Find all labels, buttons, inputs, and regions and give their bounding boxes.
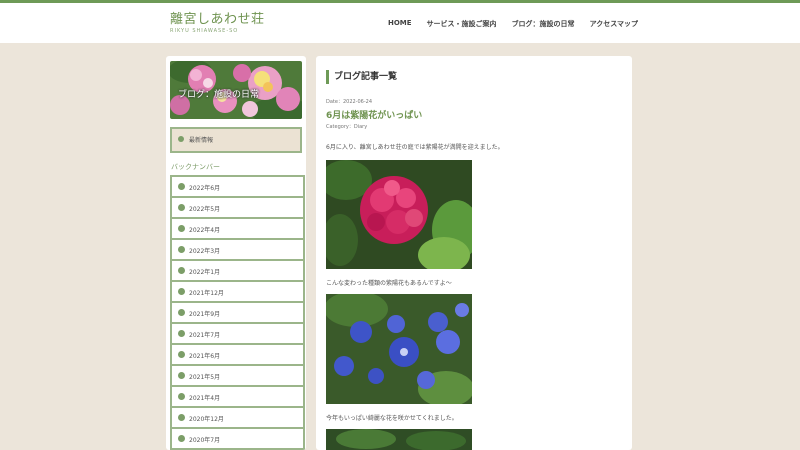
main-content: ブログ記事一覧 Date：2022-06-24 6月は紫陽花がいっぱい Cate…: [316, 56, 632, 450]
archive-item[interactable]: 2021年7月: [172, 324, 303, 345]
archive-item-label: 2022年3月: [189, 248, 221, 255]
bullet-icon: [178, 136, 184, 142]
bullet-icon: [178, 435, 185, 442]
archive-item-label: 2021年7月: [189, 332, 221, 339]
archive-item-label: 2022年5月: [189, 206, 221, 213]
archive-item[interactable]: 2020年12月: [172, 408, 303, 429]
nav-home[interactable]: HOME: [388, 19, 412, 29]
archive-item-label: 2022年6月: [189, 185, 221, 192]
archive-list: 2022年6月 2022年5月 2022年4月 2022年3月 2022年1月 …: [170, 175, 305, 450]
backnumber-heading: バックナンバー: [171, 163, 220, 171]
bullet-icon: [178, 288, 185, 295]
archive-item[interactable]: 2021年12月: [172, 282, 303, 303]
archive-item-label: 2021年9月: [189, 311, 221, 318]
nav-services[interactable]: サービス・施設ご案内: [427, 19, 497, 29]
archive-item-label: 2020年7月: [189, 437, 221, 444]
pink-hydrangea-photo: [326, 160, 472, 269]
blog-banner[interactable]: ブログ：施設の日常: [170, 61, 302, 119]
sidebar: ブログ：施設の日常 最新情報 バックナンバー 2022年6月 2022年5月 2…: [166, 56, 306, 450]
bullet-icon: [178, 393, 185, 400]
archive-item[interactable]: 2021年4月: [172, 387, 303, 408]
archive-item[interactable]: 2020年7月: [172, 429, 303, 450]
archive-item[interactable]: 2022年6月: [172, 177, 303, 198]
bullet-icon: [178, 267, 185, 274]
post-title[interactable]: 6月は紫陽花がいっぱい: [326, 108, 422, 121]
nav-blog[interactable]: ブログ：施設の日常: [512, 19, 575, 29]
site-header: 離宮しあわせ荘 RIKYU SHIAWASE-SO HOME サービス・施設ご案…: [0, 3, 800, 43]
archive-item-label: 2021年12月: [189, 290, 224, 297]
archive-item[interactable]: 2022年1月: [172, 261, 303, 282]
garden-photo: [326, 429, 472, 450]
bullet-icon: [178, 309, 185, 316]
post-category: Category：Diary: [326, 124, 368, 130]
post-paragraph: 今年もいっぱい綺麗な花を咲かせてくれました。: [326, 415, 458, 422]
archive-item[interactable]: 2021年9月: [172, 303, 303, 324]
banner-title: ブログ：施設の日常: [178, 90, 260, 100]
site-logo[interactable]: 離宮しあわせ荘 RIKYU SHIAWASE-SO: [170, 12, 265, 34]
site-subtitle: RIKYU SHIAWASE-SO: [170, 28, 239, 34]
bullet-icon: [178, 246, 185, 253]
archive-item-label: 2021年6月: [189, 353, 221, 360]
archive-item-label: 2022年1月: [189, 269, 221, 276]
bullet-icon: [178, 351, 185, 358]
page-title: ブログ記事一覧: [326, 70, 397, 84]
post-paragraph: 6月に入り、離宮しあわせ荘の庭では紫陽花が満開を迎えました。: [326, 144, 504, 151]
bullet-icon: [178, 204, 185, 211]
archive-item-label: 2021年4月: [189, 395, 221, 402]
archive-item-label: 2021年5月: [189, 374, 221, 381]
post-paragraph: こんな変わった種類の紫陽花もあるんですよ～: [326, 280, 452, 287]
archive-item[interactable]: 2021年5月: [172, 366, 303, 387]
latest-info-link[interactable]: 最新情報: [170, 127, 302, 153]
bullet-icon: [178, 225, 185, 232]
archive-item-label: 2020年12月: [189, 416, 224, 423]
bullet-icon: [178, 414, 185, 421]
bullet-icon: [178, 330, 185, 337]
post-date: Date：2022-06-24: [326, 99, 373, 105]
archive-item[interactable]: 2022年5月: [172, 198, 303, 219]
bullet-icon: [178, 183, 185, 190]
archive-item[interactable]: 2022年4月: [172, 219, 303, 240]
main-nav: HOME サービス・施設ご案内 ブログ：施設の日常 アクセスマップ: [388, 19, 653, 29]
blue-hydrangea-photo: [326, 294, 472, 404]
latest-info-label: 最新情報: [189, 137, 214, 144]
archive-item[interactable]: 2021年6月: [172, 345, 303, 366]
site-title[interactable]: 離宮しあわせ荘: [170, 12, 265, 27]
nav-access-map[interactable]: アクセスマップ: [590, 19, 638, 29]
archive-item-label: 2022年4月: [189, 227, 221, 234]
archive-item[interactable]: 2022年3月: [172, 240, 303, 261]
bullet-icon: [178, 372, 185, 379]
